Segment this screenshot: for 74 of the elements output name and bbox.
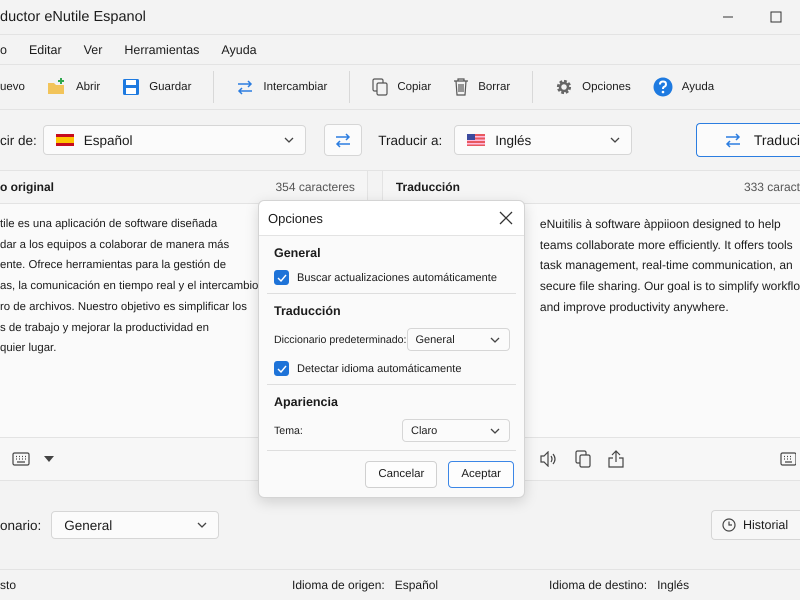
toolbar-button[interactable]: Ayuda — [652, 71, 726, 103]
dialog-button[interactable]: Cancelar — [365, 460, 438, 488]
panel-title: Traducción — [396, 180, 460, 194]
checkbox[interactable] — [274, 361, 289, 376]
source-language-label: cir de: — [0, 132, 37, 148]
speaker-icon[interactable] — [540, 451, 558, 467]
menu-item[interactable]: Ver — [84, 42, 110, 56]
translated-text: eNuitilis à software àppiioon designed to help teams collaborate more efficiently. It offers tools task management, real-time communication, an secure file sharing. Our goal is to simplify workflo and improve productivity anywhere. — [540, 216, 800, 316]
dictionary-label: onario: — [0, 518, 42, 532]
dialog-title: Opciones — [268, 210, 323, 226]
toolbar-button[interactable]: Guardar — [122, 71, 204, 103]
spain-flag-icon — [56, 134, 74, 146]
section-heading: General — [274, 246, 322, 260]
folder-icon — [46, 78, 67, 96]
toolbar-button[interactable]: Intercambiar — [236, 71, 340, 103]
save-icon — [122, 78, 140, 96]
section-heading: Traducción — [274, 304, 342, 318]
character-count: 354 caracteres — [276, 180, 355, 194]
toolbar-button[interactable]: Opciones — [555, 71, 643, 103]
language-dropdown[interactable]: Inglés — [454, 125, 632, 155]
swap-icon — [334, 131, 352, 149]
toolbar-button[interactable]: Abrir — [46, 71, 112, 103]
share-icon[interactable] — [608, 450, 624, 468]
chevron-down-icon — [489, 334, 501, 344]
swap-icon — [724, 131, 742, 149]
chevron-down-icon — [608, 135, 621, 145]
panel-title: o original — [0, 180, 54, 194]
field-label: Tema: — [274, 424, 303, 436]
menu-item[interactable]: o — [0, 42, 15, 56]
status-label: Idioma de destino: — [549, 578, 648, 592]
trash-icon — [453, 78, 470, 96]
checkbox-label: Buscar actualizaciones automáticamente — [297, 272, 497, 284]
status-label: sto — [0, 578, 16, 592]
toolbar-button[interactable]: uevo — [0, 71, 37, 103]
swap-icon — [236, 78, 254, 96]
chevron-down-icon — [196, 520, 208, 530]
dropdown[interactable]: General — [406, 328, 510, 351]
dictionary-dropdown[interactable]: General — [51, 511, 220, 539]
character-count: 333 caract — [744, 180, 800, 194]
window-title: ductor eNutile Espanol — [0, 9, 147, 25]
section-heading: Apariencia — [274, 395, 339, 409]
toolbar-button[interactable]: Copiar — [372, 71, 444, 103]
checkmark-icon — [276, 364, 286, 372]
maximize-icon[interactable] — [770, 11, 782, 23]
help-icon — [652, 77, 673, 97]
copy-icon[interactable] — [574, 450, 591, 468]
language-dropdown[interactable]: Español — [42, 125, 306, 155]
checkmark-icon — [276, 274, 286, 282]
menu-item[interactable]: Herramientas — [124, 42, 208, 56]
menu-item[interactable]: Ayuda — [221, 42, 265, 56]
caret-down-icon[interactable] — [44, 456, 54, 462]
copy-icon — [372, 78, 388, 96]
status-value: Español — [394, 578, 438, 592]
keyboard-icon[interactable] — [12, 452, 30, 466]
menu-item[interactable]: Editar — [28, 42, 70, 56]
dropdown[interactable]: Claro — [402, 419, 510, 442]
keyboard-icon[interactable] — [780, 452, 796, 466]
translate-button[interactable]: Traduci — [696, 123, 800, 157]
target-language-label: Traducir a: — [378, 132, 442, 148]
checkbox-label: Detectar idioma automáticamente — [297, 362, 462, 374]
swap-languages-button[interactable] — [324, 124, 362, 156]
us-flag-icon — [467, 134, 486, 146]
chevron-down-icon — [489, 426, 501, 436]
settings-icon — [555, 78, 574, 96]
history-button[interactable]: Historial — [711, 510, 800, 540]
checkbox[interactable] — [274, 270, 289, 285]
close-icon[interactable] — [499, 211, 513, 225]
status-label: Idioma de origen: — [292, 578, 385, 592]
dialog-button[interactable]: Aceptar — [448, 460, 514, 488]
clock-icon — [722, 518, 736, 532]
chevron-down-icon — [282, 135, 295, 145]
toolbar-button[interactable]: Borrar — [453, 71, 522, 103]
field-label: Diccionario predeterminado: — [274, 334, 406, 346]
status-value: Inglés — [657, 578, 690, 592]
